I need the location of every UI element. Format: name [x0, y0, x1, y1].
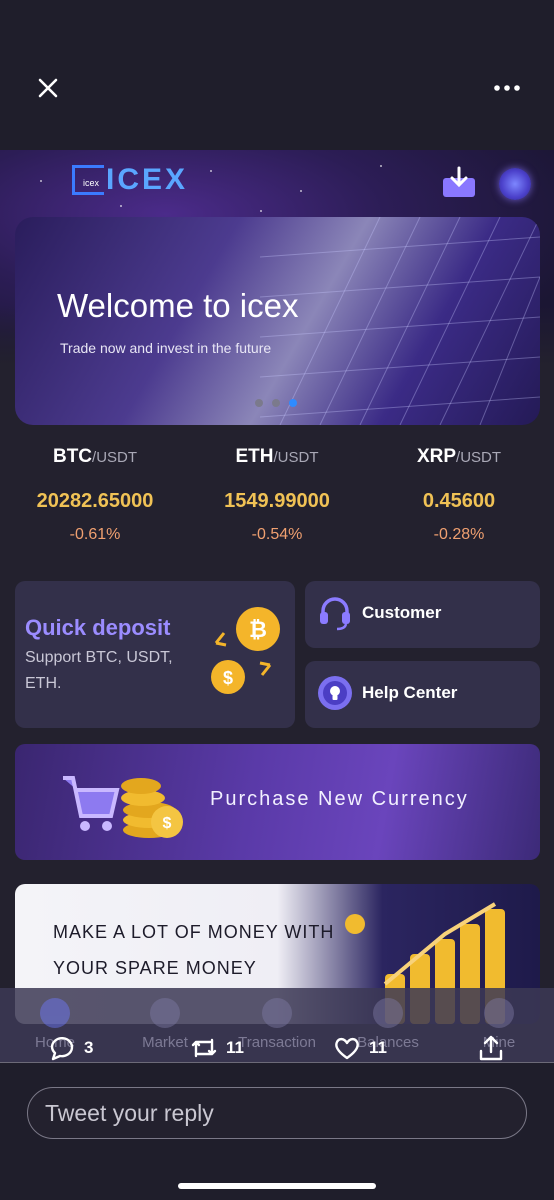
ticker-btc[interactable]: BTC/USDT 20282.65000 -0.61%: [10, 446, 180, 544]
icex-logo: icex ICEX: [72, 163, 189, 196]
market-icon: [150, 998, 180, 1028]
carousel-dot[interactable]: [272, 399, 280, 407]
purchase-label: Purchase New Currency: [210, 788, 469, 810]
retweet-count: 11: [226, 1038, 244, 1057]
customer-label: Customer: [362, 603, 442, 622]
close-icon[interactable]: [34, 74, 62, 102]
help-center-label: Help Center: [362, 683, 458, 702]
purchase-new-currency-banner[interactable]: $ Purchase New Currency: [15, 744, 540, 860]
reply-count: 3: [84, 1038, 94, 1057]
svg-text:$: $: [163, 815, 172, 832]
ticker-pair: BTC/USDT: [52, 446, 138, 467]
carousel-dots: [255, 399, 297, 407]
ticker-eth[interactable]: ETH/USDT 1549.99000 -0.54%: [192, 446, 362, 544]
retweet-icon: [191, 1038, 217, 1058]
like-count: 11: [369, 1038, 387, 1057]
welcome-banner[interactable]: Welcome to icex Trade now and invest in …: [15, 217, 540, 425]
ticker-pair: ETH/USDT: [235, 446, 319, 467]
tweet-reply-input[interactable]: Tweet your reply: [27, 1087, 527, 1139]
ticker-change: -0.54%: [251, 526, 303, 543]
more-options-icon[interactable]: [490, 78, 524, 98]
logo-mark: icex: [72, 165, 104, 195]
quick-deposit-subtitle: Support BTC, USDT, ETH.: [25, 649, 173, 692]
headset-icon: [320, 597, 350, 631]
logo-text: ICEX: [106, 163, 189, 196]
home-indicator[interactable]: [178, 1183, 376, 1189]
reply-placeholder: Tweet your reply: [45, 1100, 214, 1126]
carousel-dot[interactable]: [255, 399, 263, 407]
transaction-icon: [262, 998, 292, 1028]
download-icon[interactable]: [442, 166, 476, 198]
promo-line-2: YOUR SPARE MONEY: [53, 958, 257, 978]
ticker-change: -0.28%: [433, 526, 485, 543]
help-center-card[interactable]: Help Center: [305, 661, 540, 728]
heart-icon: [335, 1037, 359, 1060]
viewer-top-bar: [0, 0, 554, 150]
banner-subtitle: Trade now and invest in the future: [60, 340, 272, 356]
app-screenshot: icex ICEX Welcome to icex Trade now and …: [0, 150, 554, 1062]
quick-deposit-title: Quick deposit: [25, 615, 171, 640]
reply-icon: [50, 1036, 74, 1061]
svg-text:$: $: [223, 668, 233, 688]
promo-line-1: MAKE A LOT OF MONEY WITH: [53, 922, 335, 942]
language-globe-icon[interactable]: [499, 168, 531, 200]
home-icon: [40, 998, 70, 1028]
ticker-xrp[interactable]: XRP/USDT 0.45600 -0.28%: [374, 446, 544, 544]
help-lightbulb-icon: [318, 676, 352, 710]
building-illustration: [260, 217, 540, 425]
ticker-pair: XRP/USDT: [416, 446, 502, 467]
banner-title: Welcome to icex: [57, 287, 299, 324]
share-icon: [479, 1035, 503, 1061]
coins-icon: ₿ $: [211, 607, 280, 694]
promo-text: MAKE A LOT OF MONEY WITH YOUR SPARE MONE…: [53, 914, 334, 986]
carousel-dot-active[interactable]: [289, 399, 297, 407]
ticker-price: 20282.65000: [36, 490, 154, 512]
mine-icon: [484, 998, 514, 1028]
svg-text:₿: ₿: [249, 617, 267, 642]
divider: [0, 1062, 554, 1063]
balances-icon: [373, 998, 403, 1028]
market-tickers: BTC/USDT 20282.65000 -0.61% ETH/USDT 154…: [0, 446, 554, 556]
ticker-price: 1549.99000: [224, 490, 330, 512]
shopping-cart-coins-icon: $: [63, 776, 183, 838]
customer-service-card[interactable]: Customer: [305, 581, 540, 648]
ticker-change: -0.61%: [69, 526, 121, 543]
quick-deposit-card[interactable]: Quick deposit Support BTC, USDT, ETH. ₿ …: [15, 581, 295, 728]
ticker-price: 0.45600: [422, 490, 496, 512]
